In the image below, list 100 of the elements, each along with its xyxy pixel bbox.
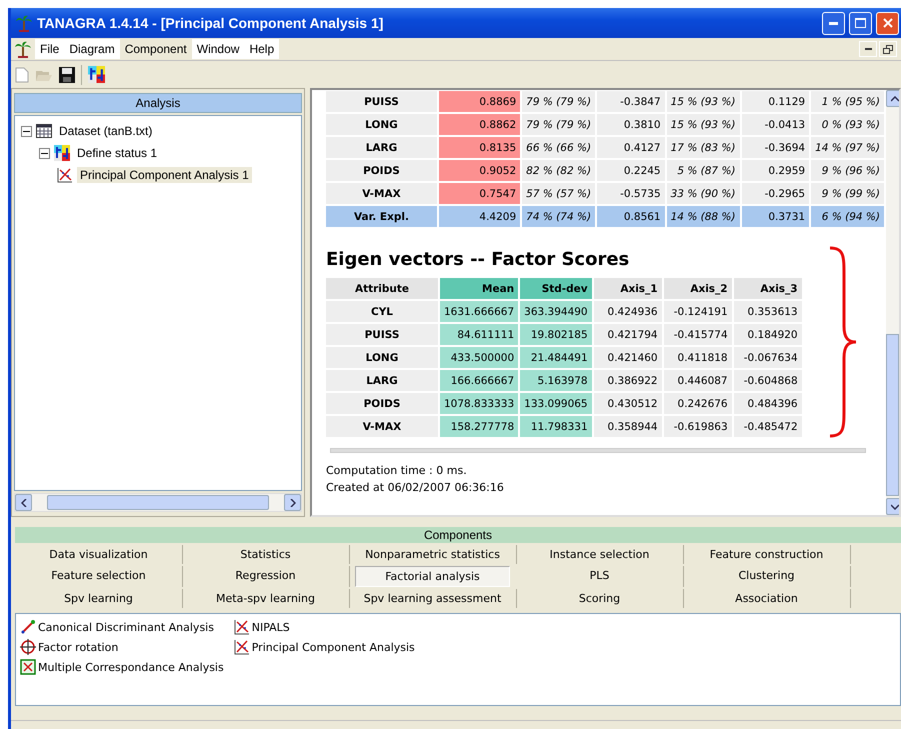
table-cell: -0.2965 xyxy=(742,183,810,204)
maximize-icon xyxy=(855,18,866,28)
category-tab[interactable]: Meta-spv learning xyxy=(182,589,350,608)
horizontal-scrollbar[interactable] xyxy=(14,493,302,512)
table-cell: -0.067634 xyxy=(734,347,802,368)
table-cell: 0.386922 xyxy=(594,370,662,391)
table-cell: 0.8135 xyxy=(438,137,520,158)
table-cell: V-MAX xyxy=(326,416,438,437)
list-item[interactable]: Canonical Discriminant Analysis xyxy=(38,620,214,634)
diagram-icon xyxy=(88,66,105,83)
table-cell: 0.353613 xyxy=(734,301,802,322)
vertical-scrollbar[interactable] xyxy=(886,90,899,515)
table-cell: 0.3731 xyxy=(742,206,810,227)
list-item[interactable]: Multiple Correspondance Analysis xyxy=(38,660,224,674)
category-tab[interactable]: Feature construction xyxy=(683,545,851,564)
minimize-icon xyxy=(829,22,838,24)
collapse-toggle[interactable] xyxy=(21,126,32,136)
table-cell: 0.8869 xyxy=(438,91,520,112)
table-cell: CYL xyxy=(326,301,438,322)
category-tab[interactable]: Regression xyxy=(182,566,350,587)
table-icon xyxy=(36,124,52,138)
table-cell: 11.798331 xyxy=(520,416,592,437)
window-title: TANAGRA 1.4.14 - [Principal Component Analysis 1] xyxy=(37,15,384,31)
scatter-icon xyxy=(57,167,73,183)
collapse-toggle[interactable] xyxy=(39,148,50,158)
table-cell: 84.611111 xyxy=(440,324,518,345)
table-cell: -0.485472 xyxy=(734,416,802,437)
table-cell: 0.8862 xyxy=(438,114,520,135)
menu-item[interactable]: Diagram xyxy=(64,39,120,59)
table-cell: 19.802185 xyxy=(520,324,592,345)
table-cell: 0.3810 xyxy=(597,114,665,135)
table-cell: 79 % (79 %) xyxy=(522,91,596,112)
table-cell: 57 % (57 %) xyxy=(522,183,596,204)
table-cell: 17 % (83 %) xyxy=(666,137,740,158)
category-tab[interactable]: Scoring xyxy=(516,589,684,608)
category-tab[interactable]: PLS xyxy=(516,566,684,587)
table-cell: 4.4209 xyxy=(438,206,520,227)
table-cell: 66 % (66 %) xyxy=(522,137,596,158)
table-cell: 0.2245 xyxy=(597,160,665,181)
table-cell: PUISS xyxy=(326,91,437,112)
category-tab[interactable]: Clustering xyxy=(683,566,851,587)
table-cell: 0.7547 xyxy=(438,183,520,204)
column-header: Axis_2 xyxy=(664,278,732,299)
table-cell: 79 % (79 %) xyxy=(522,114,596,135)
category-tab[interactable]: Data visualization xyxy=(15,545,183,564)
tree-item[interactable]: Define status 1 xyxy=(74,145,160,161)
list-item[interactable]: Principal Component Analysis xyxy=(252,640,415,654)
table-cell: 166.666667 xyxy=(440,370,518,391)
category-tab[interactable]: Association xyxy=(683,589,851,608)
table-cell: 0.421460 xyxy=(594,347,662,368)
category-tab[interactable]: Spv learning xyxy=(15,589,183,608)
menu-item[interactable]: Help xyxy=(244,39,280,59)
close-icon xyxy=(882,18,892,28)
table-cell: 33 % (90 %) xyxy=(666,183,740,204)
minimize-button[interactable] xyxy=(859,41,877,57)
category-tab[interactable]: Nonparametric statistics xyxy=(349,545,517,564)
table-cell: 1631.666667 xyxy=(440,301,518,322)
table-cell: 0.421794 xyxy=(594,324,662,345)
restore-button[interactable] xyxy=(879,41,897,57)
tree-item[interactable]: Principal Component Analysis 1 xyxy=(77,167,252,183)
table-cell: Var. Expl. xyxy=(326,206,437,227)
tree-item[interactable]: Dataset (tanB.txt) xyxy=(56,123,156,139)
list-item[interactable]: Factor rotation xyxy=(38,640,118,654)
table-cell: LONG xyxy=(326,347,438,368)
category-tab[interactable]: Instance selection xyxy=(516,545,684,564)
column-header: Std-dev xyxy=(520,278,592,299)
table-cell: 363.394490 xyxy=(520,301,592,322)
table-cell: 74 % (74 %) xyxy=(522,206,596,227)
close-button[interactable] xyxy=(876,12,899,34)
table-cell: 15 % (93 %) xyxy=(666,91,740,112)
table-cell: 0.430512 xyxy=(594,393,662,414)
matrix-icon xyxy=(20,659,36,675)
table-cell: POIDS xyxy=(326,393,438,414)
table-cell: POIDS xyxy=(326,160,437,181)
category-tab[interactable]: Feature selection xyxy=(15,566,183,587)
list-item[interactable]: NIPALS xyxy=(252,620,290,634)
table-cell: 14 % (97 %) xyxy=(811,137,884,158)
category-tab[interactable]: Statistics xyxy=(182,545,350,564)
table-cell: 158.277778 xyxy=(440,416,518,437)
category-tab[interactable]: Factorial analysis xyxy=(355,566,510,587)
menu-item[interactable]: Window xyxy=(192,39,244,59)
table-cell: -0.0413 xyxy=(742,114,810,135)
column-header: Mean xyxy=(440,278,518,299)
info-text: Computation time : 0 ms. xyxy=(326,463,468,479)
save-icon[interactable] xyxy=(59,66,75,82)
table-cell: 0.242676 xyxy=(664,393,732,414)
table-cell: 21.484491 xyxy=(520,347,592,368)
table-cell: 0.446087 xyxy=(664,370,732,391)
table-cell: 0.1129 xyxy=(742,91,810,112)
table-cell: LARG xyxy=(326,370,438,391)
menu-item[interactable]: File xyxy=(35,39,64,59)
panel-header: Analysis xyxy=(14,93,302,113)
minimize-icon xyxy=(864,48,872,50)
app-logo-icon xyxy=(15,14,33,32)
maximize-button[interactable] xyxy=(849,12,872,34)
column-header: Axis_1 xyxy=(594,278,662,299)
category-tab[interactable]: Spv learning assessment xyxy=(349,589,517,608)
table-cell: 5 % (87 %) xyxy=(666,160,740,181)
table-cell: 1 % (95 %) xyxy=(811,91,884,112)
table-cell: V-MAX xyxy=(326,183,437,204)
